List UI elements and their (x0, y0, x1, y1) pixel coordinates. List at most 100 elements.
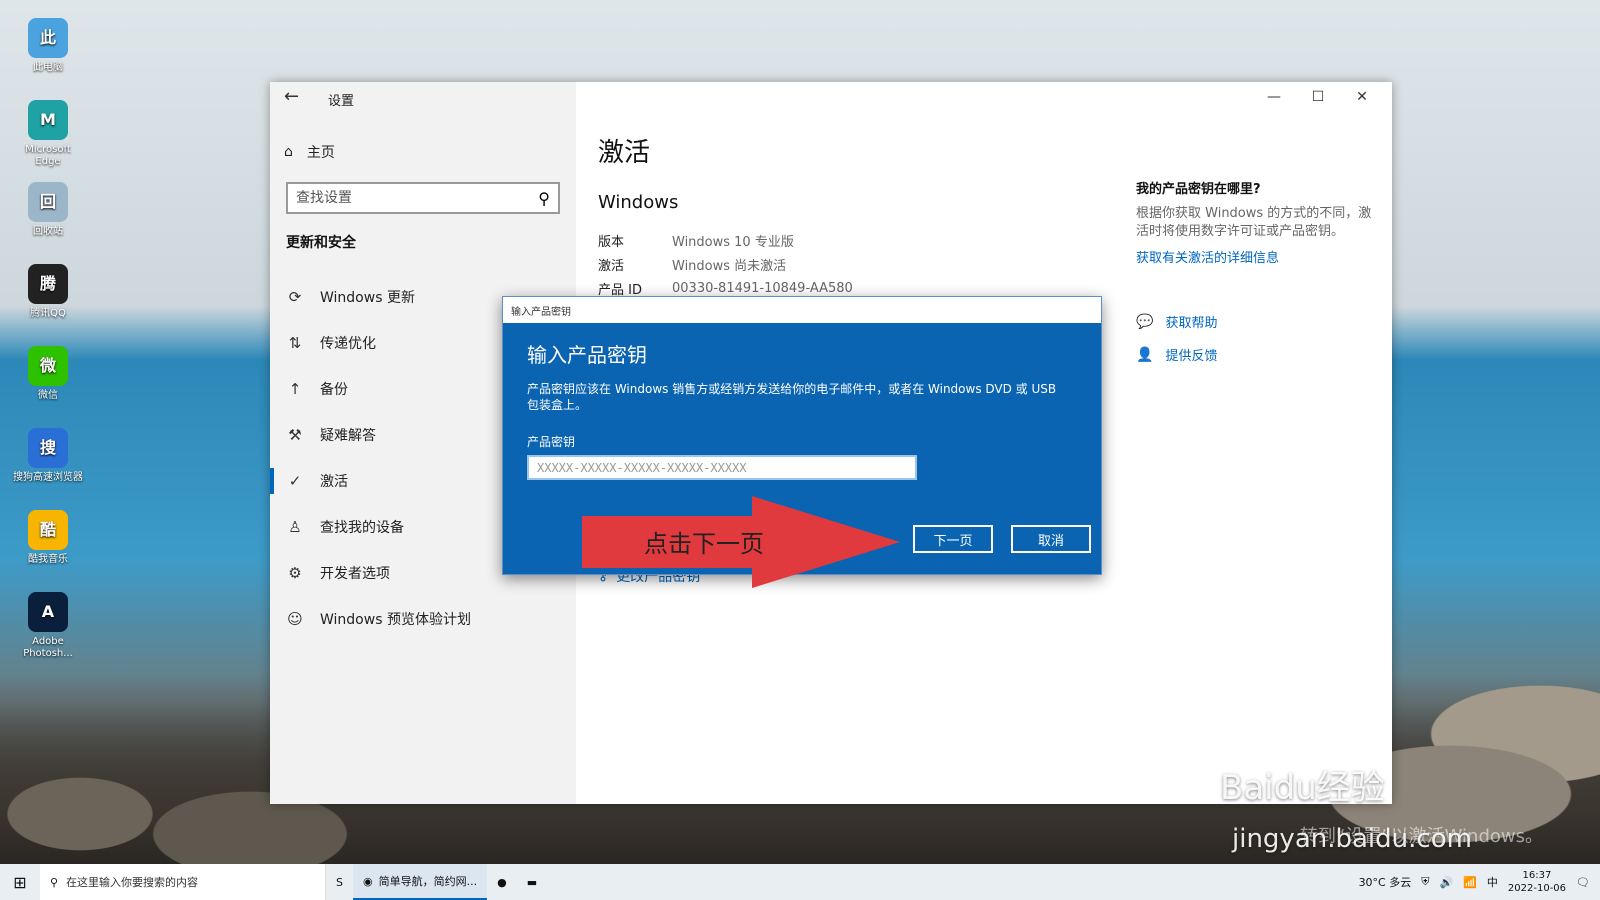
taskbar-app-label: 简单导航，简约网... (378, 875, 478, 888)
volume-icon[interactable]: 🔊 (1440, 876, 1454, 889)
help-text: 根据你获取 Windows 的方式的不同，激活时将使用数字许可证或产品密钥。 (1136, 206, 1372, 239)
insider-icon: ☺ (287, 610, 303, 628)
next-button[interactable]: 下一页 (913, 525, 993, 553)
info-value: Windows 10 专业版 (672, 234, 794, 250)
desktop-icon-label: 回收站 (33, 226, 63, 237)
taskbar: ⊞ ⚲ S ◉ 简单导航，简约网... ● ▬ 30°C 多云 ⛨ 🔊 📶 中 … (0, 864, 1600, 900)
feedback-link[interactable]: 👤 提供反馈 (1136, 345, 1376, 365)
desktop-icon-label: 此电脑 (33, 62, 63, 73)
wechat-icon: 微 (28, 346, 68, 386)
info-row: 激活 Windows 尚未激活 (598, 252, 853, 276)
feedback-label: 提供反馈 (1165, 349, 1218, 364)
window-title: 设置 (328, 94, 355, 109)
minimize-icon[interactable]: — (1252, 82, 1296, 112)
clock[interactable]: 16:37 2022-10-06 (1508, 869, 1566, 895)
desktop-icon-label: Microsoft Edge (25, 144, 71, 167)
taskbar-sogou-icon[interactable]: S (326, 864, 353, 900)
sidebar-item-label: Windows 更新 (320, 290, 415, 306)
desktop-icon[interactable]: M Microsoft Edge (12, 100, 84, 168)
weather-text[interactable]: 30°C 多云 (1359, 874, 1412, 890)
info-value: Windows 尚未激活 (672, 258, 787, 274)
desktop-icon[interactable]: 此此电脑 (12, 18, 84, 74)
sidebar-item-label: Windows 预览体验计划 (320, 612, 471, 628)
windows-subtitle: Windows (598, 192, 679, 213)
dialog-titlebar: 输入产品密钥 (503, 297, 1101, 323)
desktop-icon-label: 搜狗高速浏览器 (13, 472, 83, 483)
product-key-input[interactable] (527, 455, 917, 480)
refresh-icon: ⟳ (288, 288, 302, 306)
taskbar-search-input[interactable] (66, 875, 315, 889)
desktop-icon[interactable]: 微微信 (12, 346, 84, 402)
desktop-icon[interactable]: 回回收站 (12, 182, 84, 238)
cancel-button[interactable]: 取消 (1011, 525, 1091, 553)
computer-icon: 此 (28, 18, 68, 58)
get-help-label: 获取帮助 (1165, 316, 1218, 331)
page-title: 激活 (598, 138, 651, 168)
ime-icon[interactable]: 中 (1487, 874, 1498, 890)
kuwo-icon: 酷 (28, 510, 68, 550)
feedback-icon: 👤 (1136, 346, 1154, 363)
sidebar-item-label: 疑难解答 (320, 428, 376, 444)
baidu-watermark: Baidu经验 (1220, 768, 1385, 808)
edge-icon: ◉ (362, 874, 373, 888)
desktop-icon[interactable]: 酷酷我音乐 (12, 510, 84, 566)
activation-info: 版本 Windows 10 专业版激活 Windows 尚未激活产品 ID 00330… (598, 228, 853, 300)
taskbar-firefox-icon[interactable]: ● (487, 864, 517, 900)
back-arrow-icon[interactable]: ← (284, 86, 299, 107)
recycle-bin-icon: 回 (28, 182, 68, 222)
dialog-heading: 输入产品密钥 (527, 343, 647, 367)
desktop-icon[interactable]: A Adobe Photosh... (12, 592, 84, 660)
sidebar-item-label: 开发者选项 (320, 566, 390, 582)
settings-search-input[interactable] (296, 190, 539, 206)
taskbar-search[interactable]: ⚲ (40, 864, 326, 900)
desktop-icon-label: 微信 (38, 390, 58, 401)
home-icon: ⌂ (284, 144, 293, 160)
annotation-text: 点击下一页 (644, 530, 764, 558)
check-circle-icon: ✓ (288, 472, 302, 490)
edge-icon: M (28, 100, 68, 140)
shield-icon[interactable]: ⛨ (1421, 875, 1429, 889)
info-value: 00330-81491-10849-AA580 (672, 280, 853, 296)
qq-icon: 腾 (28, 264, 68, 304)
desktop-icon-label: 酷我音乐 (28, 554, 68, 565)
desktop-icon[interactable]: 腾腾讯QQ (12, 264, 84, 320)
sogou-icon: 搜 (28, 428, 68, 468)
sidebar-item-label: 备份 (320, 382, 348, 398)
settings-search-box[interactable]: ⚲ (286, 182, 560, 214)
photoshop-icon: A (28, 592, 68, 632)
help-heading: 我的产品密钥在哪里? (1136, 182, 1261, 197)
desktop-icon-label: 腾讯QQ (30, 308, 66, 319)
system-tray: 30°C 多云 ⛨ 🔊 📶 中 16:37 2022-10-06 🗨 (1359, 869, 1600, 895)
search-icon[interactable]: ⚲ (538, 189, 550, 208)
desktop-icon[interactable]: 搜搜狗高速浏览器 (12, 428, 84, 484)
right-help-panel: 我的产品密钥在哪里? 根据你获取 Windows 的方式的不同，激活时将使用数字… (1136, 178, 1376, 364)
info-key: 产品 ID (598, 282, 642, 298)
taskbar-edge-app[interactable]: ◉ 简单导航，简约网... (352, 864, 488, 900)
time: 16:37 (1522, 870, 1552, 881)
activation-details-link[interactable]: 获取有关激活的详细信息 (1136, 247, 1376, 266)
dialog-description: 产品密钥应该在 Windows 销售方或经销方发送给你的电子邮件中，或者在 Wi… (527, 382, 1057, 412)
sidebar-item-label: 激活 (320, 474, 348, 490)
windows-start-icon[interactable]: ⊞ (0, 864, 40, 900)
info-key: 版本 (598, 234, 625, 250)
maximize-icon[interactable]: ☐ (1296, 82, 1340, 112)
notification-icon[interactable]: 🗨 (1576, 876, 1590, 889)
chat-help-icon: 💬 (1136, 313, 1154, 330)
info-row: 版本 Windows 10 专业版 (598, 228, 853, 252)
taskbar-folder-icon[interactable]: ▬ (517, 864, 547, 900)
info-key: 激活 (598, 258, 625, 274)
person-icon: ♙ (288, 518, 302, 536)
home-nav-item[interactable]: ⌂ 主页 (284, 142, 335, 162)
close-icon[interactable]: ✕ (1340, 82, 1384, 112)
product-key-label: 产品密钥 (527, 435, 576, 449)
window-controls: — ☐ ✕ (1252, 82, 1384, 112)
backup-icon: ↑ (288, 380, 302, 398)
get-help-link[interactable]: 💬 获取帮助 (1136, 312, 1376, 332)
taskbar-search-icon: ⚲ (50, 875, 59, 889)
baidu-url-watermark: jingyan.baidu.com (1232, 824, 1472, 854)
sidebar-item[interactable]: ☺ Windows 预览体验计划 (270, 596, 576, 642)
sidebar-item-label: 传递优化 (320, 336, 376, 352)
home-label: 主页 (306, 145, 335, 161)
network-icon[interactable]: 📶 (1463, 876, 1477, 889)
developer-icon: ⚙ (288, 564, 302, 582)
